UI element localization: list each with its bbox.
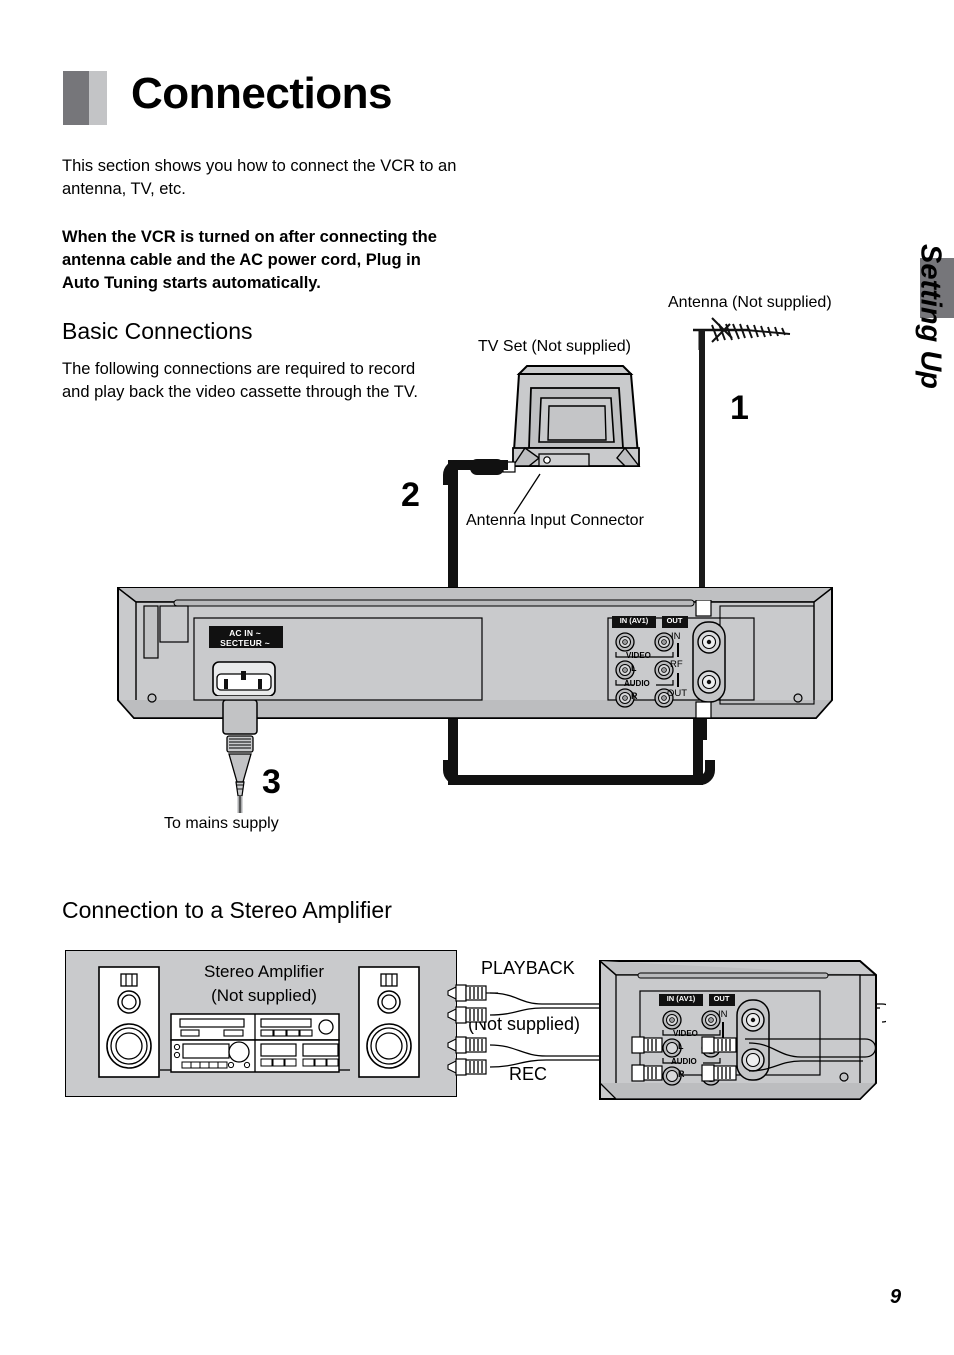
speaker-right	[358, 966, 420, 1078]
ac-power-cord-plug	[222, 700, 258, 813]
ac-in-label: AC IN ~ SECTEUR ~	[220, 628, 270, 648]
cable-corner-bottom-left	[443, 760, 472, 785]
audio-right-label: R	[631, 691, 638, 701]
video-label-bottom: VIDEO	[673, 1029, 698, 1038]
out-label-bottom: OUT	[713, 994, 730, 1003]
page-number: 9	[890, 1286, 902, 1308]
step-number-1: 1	[730, 389, 749, 427]
in-av1-label: IN (AV1)	[619, 616, 649, 625]
rca-plug-panel-l-left	[631, 1036, 663, 1054]
tv-set-label: TV Set (Not supplied)	[478, 338, 631, 355]
rf-coax-jacks	[692, 621, 726, 703]
rf-out-coax-plug	[695, 701, 712, 719]
cable-vcr-horizontal	[448, 775, 703, 785]
antenna-icon	[693, 317, 791, 350]
speaker-left	[98, 966, 160, 1078]
rf-in-coax-plug	[695, 600, 712, 617]
rf-in-label-bottom: IN	[718, 1009, 728, 1020]
rf-in-label: IN	[671, 631, 681, 642]
audio-label-bottom: AUDIO	[671, 1057, 697, 1066]
amplifier-stack	[160, 1013, 350, 1073]
rf-divider-line	[677, 643, 679, 687]
in-av1-label-bottom: IN (AV1)	[666, 994, 696, 1003]
video-label: VIDEO	[626, 651, 651, 660]
side-tab-label: Setting Up	[914, 244, 947, 389]
basic-connections-body: The following connections are required t…	[62, 360, 418, 401]
audio-right-label-bottom: R	[678, 1069, 685, 1079]
to-mains-supply-label: To mains supply	[164, 815, 279, 832]
playback-cable-return	[745, 1038, 877, 1072]
page-title: Connections	[131, 69, 392, 118]
antenna-label: Antenna (Not supplied)	[668, 294, 832, 311]
antenna-input-leader-line	[513, 473, 541, 515]
section-heading-basic-connections: Basic Connections	[62, 318, 253, 344]
step-number-2: 2	[401, 476, 420, 514]
title-accent-block-light	[89, 71, 107, 125]
playback-label: PLAYBACK	[481, 958, 575, 978]
cable-corner-bottom-right	[686, 760, 715, 785]
title-accent-block-dark	[63, 71, 89, 125]
out-label: OUT	[666, 616, 683, 625]
section-heading-stereo-amplifier: Connection to a Stereo Amplifier	[62, 897, 392, 923]
intro-paragraph: This section shows you how to connect th…	[62, 157, 457, 198]
rca-plug-panel-r-left	[631, 1064, 663, 1082]
stereo-amplifier-label: Stereo Amplifier (Not supplied)	[204, 962, 324, 1005]
audio-left-label-bottom: L	[678, 1041, 684, 1051]
audio-label: AUDIO	[624, 679, 650, 688]
audio-left-label: L	[631, 663, 637, 673]
notice-paragraph: When the VCR is turned on after connecti…	[62, 228, 437, 292]
cable-corner-tv	[443, 460, 470, 485]
